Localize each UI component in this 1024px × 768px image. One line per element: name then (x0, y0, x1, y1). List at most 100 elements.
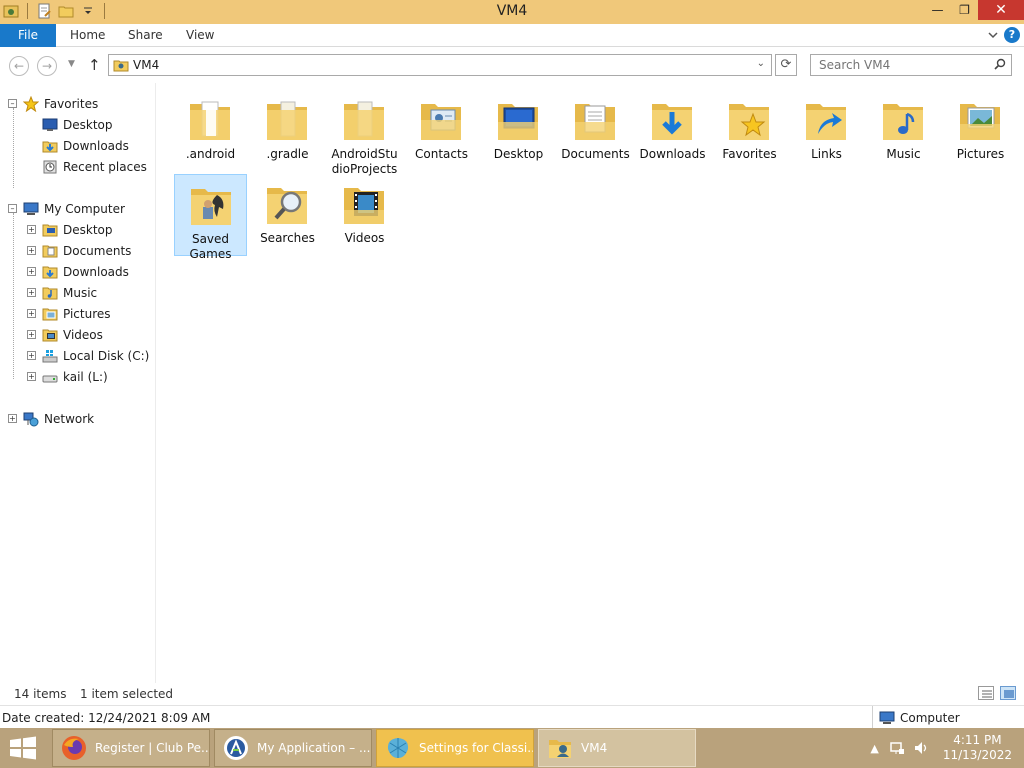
folder-item-android[interactable]: .android (174, 90, 247, 172)
taskbar-firefox[interactable]: Register | Club Pe... (52, 729, 210, 767)
computer-icon (879, 711, 895, 724)
expand-desktop-toggle[interactable]: + (27, 225, 36, 234)
folder-item-downloads[interactable]: Downloads (636, 90, 709, 172)
tray-expand-icon[interactable]: ▲ (870, 742, 878, 755)
back-button[interactable]: ← (9, 56, 29, 76)
details-view-icon[interactable] (978, 686, 994, 700)
forward-button[interactable]: → (37, 56, 57, 76)
search-icon[interactable] (994, 58, 1006, 73)
tree-line (13, 213, 14, 379)
tree-item-favorites-desktop[interactable]: Desktop (42, 115, 113, 134)
downloads-folder-icon (652, 104, 692, 140)
folder-item-videos[interactable]: Videos (328, 174, 401, 256)
refresh-button[interactable]: ⟳ (775, 54, 797, 76)
favorites-collapse-toggle[interactable]: – (8, 99, 17, 108)
expand-network-toggle[interactable]: + (8, 414, 17, 423)
folder-item-documents[interactable]: Documents (559, 90, 632, 172)
search-box[interactable] (810, 54, 1012, 76)
tree-item-local-disk[interactable]: Local Disk (C:) (42, 346, 149, 365)
date-created: Date created: 12/24/2021 8:09 AM (2, 711, 211, 725)
folder-item-gradle[interactable]: .gradle (251, 90, 324, 172)
tree-item-favorites[interactable]: Favorites (23, 94, 98, 113)
expand-music-toggle[interactable]: + (27, 288, 36, 297)
tree-item-my-computer[interactable]: My Computer (23, 199, 125, 218)
documents-folder-icon (42, 243, 58, 259)
tab-view[interactable]: View (186, 24, 214, 47)
file-list: .android .gradle AndroidStudioProjects C… (157, 83, 1024, 683)
documents-folder-icon (575, 104, 615, 140)
downloads-folder-icon (42, 264, 58, 280)
ribbon-right-controls: ? (988, 27, 1020, 43)
tree-item-recent-places[interactable]: Recent places (42, 157, 147, 176)
folder-item-pictures[interactable]: Pictures (944, 90, 1017, 172)
up-button[interactable]: ↑ (88, 56, 101, 74)
clock[interactable]: 4:11 PM 11/13/2022 (943, 733, 1012, 763)
expand-videos-toggle[interactable]: + (27, 330, 36, 339)
tree-item-favorites-downloads[interactable]: Downloads (42, 136, 129, 155)
computer-collapse-toggle[interactable]: – (8, 204, 17, 213)
expand-kail-drive-toggle[interactable]: + (27, 372, 36, 381)
saved-games-folder-icon (191, 189, 231, 225)
desktop-icon (42, 117, 58, 133)
zone-indicator: Computer (872, 706, 960, 729)
search-input[interactable] (811, 55, 991, 75)
tree-item-kail-drive[interactable]: kail (L:) (42, 367, 108, 386)
tab-home[interactable]: Home (70, 24, 105, 47)
tree-item-computer-documents[interactable]: Documents (42, 241, 131, 260)
tree-item-computer-videos[interactable]: Videos (42, 325, 103, 344)
recent-locations-dropdown[interactable]: ▼ (68, 59, 75, 69)
expand-downloads-toggle[interactable]: + (27, 267, 36, 276)
tab-share[interactable]: Share (128, 24, 163, 47)
recent-places-icon (42, 159, 58, 175)
favorites-folder-icon (729, 104, 769, 140)
expand-local-disk-toggle[interactable]: + (27, 351, 36, 360)
windows-drive-icon (42, 348, 58, 364)
folder-item-searches[interactable]: Searches (251, 174, 324, 256)
address-dropdown-icon[interactable]: ⌄ (757, 58, 765, 69)
videos-folder-icon (42, 327, 58, 343)
desktop-folder-icon (498, 104, 538, 140)
taskbar-android-studio[interactable]: My Application – ... (214, 729, 372, 767)
computer-icon (23, 201, 39, 217)
expand-ribbon-icon[interactable] (988, 28, 998, 42)
classic-shell-icon (387, 738, 409, 758)
tree-item-network[interactable]: Network (23, 409, 94, 428)
folder-item-androidstudioprojects[interactable]: AndroidStudioProjects (328, 90, 401, 180)
volume-icon[interactable] (913, 740, 929, 756)
folder-icon (344, 101, 384, 140)
folder-icon (190, 101, 230, 140)
close-button[interactable]: ✕ (978, 0, 1024, 20)
music-folder-icon (883, 104, 923, 140)
help-icon[interactable]: ? (1004, 27, 1020, 43)
details-bar: Date created: 12/24/2021 8:09 AM Compute… (0, 705, 1024, 729)
folder-item-desktop[interactable]: Desktop (482, 90, 555, 172)
music-folder-icon (42, 285, 58, 301)
folder-item-links[interactable]: Links (790, 90, 863, 172)
minimize-button[interactable]: — (924, 0, 951, 20)
tree-item-computer-music[interactable]: Music (42, 283, 97, 302)
folder-item-music[interactable]: Music (867, 90, 940, 172)
large-icons-view-icon[interactable] (1000, 686, 1016, 700)
folder-item-contacts[interactable]: Contacts (405, 90, 478, 172)
expand-pictures-toggle[interactable]: + (27, 309, 36, 318)
ribbon-tabs: File Home Share View ? (0, 24, 1024, 47)
firefox-icon (62, 736, 86, 760)
folder-item-favorites[interactable]: Favorites (713, 90, 786, 172)
tab-file[interactable]: File (0, 24, 56, 47)
searches-folder-icon (267, 188, 307, 224)
tree-line (13, 108, 14, 188)
folder-item-saved-games[interactable]: Saved Games (174, 174, 247, 261)
start-button[interactable] (8, 736, 38, 760)
maximize-button[interactable]: ❐ (951, 0, 978, 20)
navigation-pane: – Favorites Desktop Downloads Recent pla… (0, 83, 156, 683)
taskbar-vm4-explorer[interactable]: VM4 (538, 729, 696, 767)
pictures-folder-icon (42, 306, 58, 322)
taskbar-classic-shell[interactable]: Settings for Classi... (376, 729, 534, 767)
address-bar[interactable]: VM4 ⌄ (108, 54, 772, 76)
tree-item-computer-downloads[interactable]: Downloads (42, 262, 129, 281)
expand-documents-toggle[interactable]: + (27, 246, 36, 255)
tree-item-computer-desktop[interactable]: Desktop (42, 220, 113, 239)
clock-time: 4:11 PM (953, 733, 1002, 747)
network-status-icon[interactable] (889, 740, 905, 756)
tree-item-computer-pictures[interactable]: Pictures (42, 304, 111, 323)
